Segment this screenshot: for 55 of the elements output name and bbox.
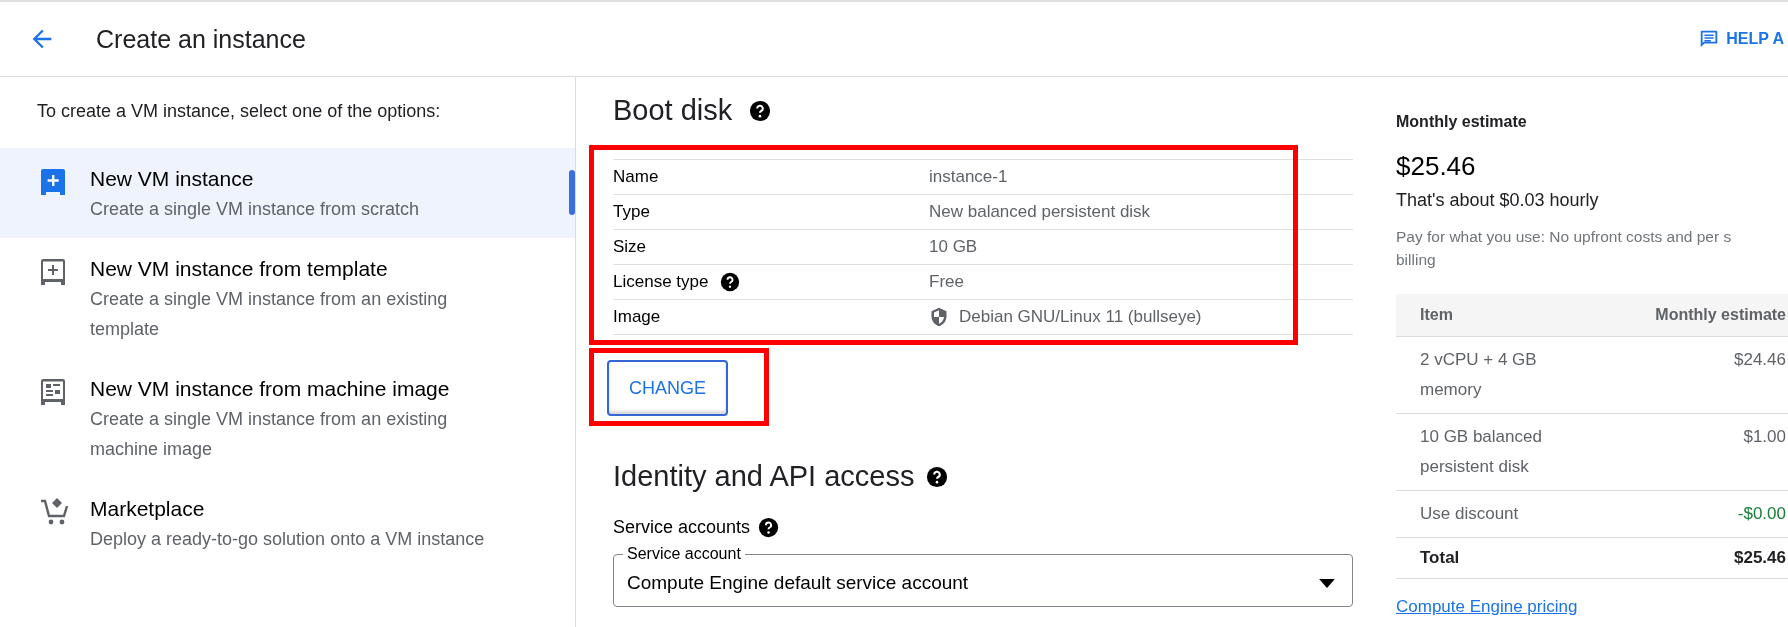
option-title: New VM instance from machine image bbox=[90, 376, 451, 402]
table-cell-text: $1.00 bbox=[1743, 426, 1786, 448]
pricing-note: Pay for what you use: No upfront costs and per s billing bbox=[1396, 227, 1733, 270]
service-account-dropdown[interactable]: Service account Compute Engine default service account bbox=[613, 544, 1353, 607]
option-item[interactable]: New VM instance Create a single VM instance from scratch bbox=[0, 148, 575, 238]
table-cell-text: -$0.00 bbox=[1737, 503, 1786, 525]
section-heading: Boot disk bbox=[613, 94, 733, 127]
row-label: Name bbox=[613, 167, 659, 187]
row-value: New balanced persistent disk bbox=[929, 202, 1151, 222]
field-label: Service accounts bbox=[613, 517, 751, 538]
option-item[interactable]: New VM instance from machine image Create a single VM instance from an existing machine image bbox=[0, 358, 575, 478]
option-title: Marketplace bbox=[90, 496, 206, 522]
hourly-estimate: That's about $0.03 hourly bbox=[1396, 190, 1600, 211]
pricing-link[interactable]: Compute Engine pricing bbox=[1396, 597, 1578, 617]
add-template-icon bbox=[40, 257, 66, 287]
page-title: Create an instance bbox=[96, 24, 306, 54]
option-description: Deploy a ready-to-go solution onto a VM instance bbox=[90, 528, 486, 551]
help-button[interactable]: HELP A bbox=[1698, 28, 1784, 50]
estimate-total: $25.46 bbox=[1396, 151, 1477, 182]
estimate-title: Monthly estimate bbox=[1396, 113, 1528, 131]
change-button[interactable]: CHANGE bbox=[607, 360, 728, 416]
table-cell-text: Use discount bbox=[1420, 503, 1520, 525]
help-icon[interactable] bbox=[926, 465, 949, 488]
column-header: Monthly estimate bbox=[1655, 306, 1786, 324]
table-cell-text: $24.46 bbox=[1734, 349, 1786, 371]
row-label: Type bbox=[613, 202, 650, 222]
row-label: Image bbox=[613, 307, 661, 327]
sidebar-intro: To create a VM instance, select one of the options: bbox=[37, 101, 442, 122]
option-description: Create a single VM instance from scratch bbox=[90, 198, 421, 221]
table-cell-text: 10 GB balanced persistent disk bbox=[1420, 426, 1543, 478]
help-icon[interactable] bbox=[720, 272, 741, 292]
option-item[interactable]: Marketplace Deploy a ready-to-go solution onto a VM instance bbox=[0, 478, 575, 568]
row-label: License type bbox=[613, 272, 709, 292]
shield-icon bbox=[929, 307, 949, 327]
table-cell-text: 2 vCPU + 4 GB memory bbox=[1420, 349, 1538, 401]
row-label: Size bbox=[613, 237, 647, 257]
row-value: Free bbox=[929, 272, 964, 292]
option-description: Create a single VM instance from an existing template bbox=[90, 288, 449, 341]
add-vm-icon bbox=[40, 167, 66, 197]
row-value: Debian GNU/Linux 11 (bullseye) bbox=[959, 307, 1202, 327]
row-value: instance-1 bbox=[929, 167, 1008, 187]
option-item[interactable]: New VM instance from template Create a single VM instance from an existing template bbox=[0, 238, 575, 358]
scrollbar-thumb[interactable] bbox=[569, 170, 575, 215]
option-description: Create a single VM instance from an existing machine image bbox=[90, 408, 449, 461]
dropdown-caret-icon bbox=[1319, 578, 1335, 588]
help-icon[interactable] bbox=[758, 517, 780, 538]
help-icon[interactable] bbox=[748, 99, 771, 122]
machine-image-icon bbox=[40, 377, 66, 407]
row-value: 10 GB bbox=[929, 237, 978, 257]
column-header: Item bbox=[1420, 306, 1453, 324]
table-cell-text: $25.46 bbox=[1734, 547, 1786, 569]
option-title: New VM instance from template bbox=[90, 256, 389, 282]
section-heading: Identity and API access bbox=[613, 460, 915, 493]
option-title: New VM instance bbox=[90, 166, 255, 192]
table-cell-text: Total bbox=[1420, 547, 1461, 569]
